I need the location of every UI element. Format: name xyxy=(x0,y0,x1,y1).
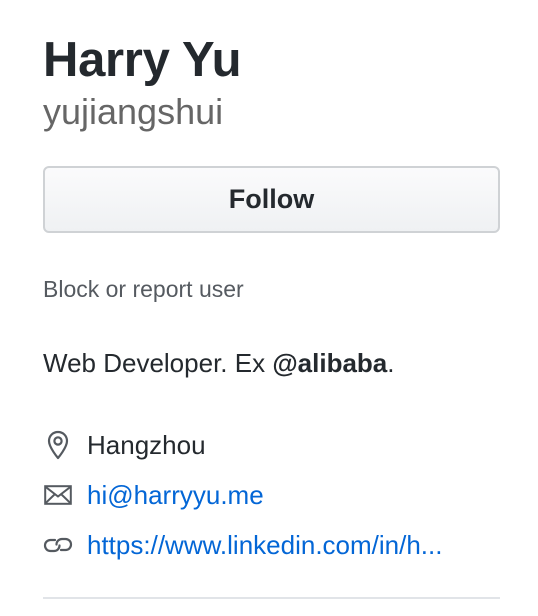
bio-mention-link[interactable]: @alibaba xyxy=(272,348,387,378)
profile-username: yujiangshui xyxy=(43,91,224,132)
location-pin-icon xyxy=(43,430,73,460)
section-divider xyxy=(43,597,500,599)
bio-text: Web Developer. Ex xyxy=(43,348,273,378)
link-icon xyxy=(43,530,73,560)
location-row: Hangzhou xyxy=(43,428,500,462)
follow-button[interactable]: Follow xyxy=(43,166,500,233)
profile-bio: Web Developer. Ex @alibaba. xyxy=(43,346,395,380)
website-link[interactable]: https://www.linkedin.com/in/h... xyxy=(87,528,442,562)
email-link[interactable]: hi@harryyu.me xyxy=(87,478,264,512)
location-text: Hangzhou xyxy=(87,430,206,460)
block-or-report-link[interactable]: Block or report user xyxy=(43,274,244,304)
mail-icon xyxy=(43,480,73,510)
website-row: https://www.linkedin.com/in/h... xyxy=(43,528,500,562)
profile-full-name: Harry Yu xyxy=(43,33,242,87)
email-row: hi@harryyu.me xyxy=(43,478,500,512)
bio-suffix: . xyxy=(387,348,395,378)
